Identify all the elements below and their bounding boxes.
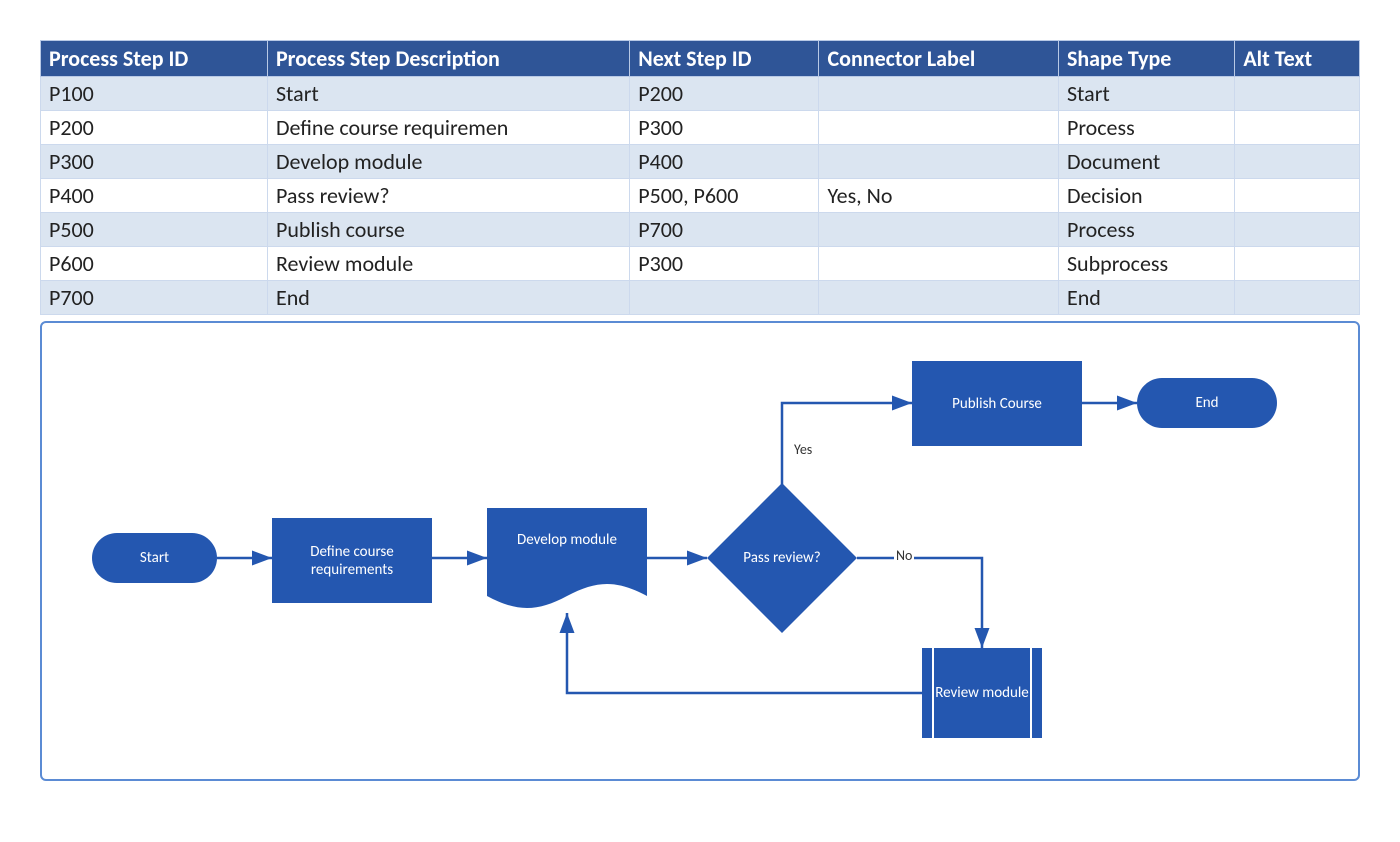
- col-process-step-desc: Process Step Description: [267, 41, 629, 77]
- cell-desc: End: [267, 281, 629, 315]
- cell-next: P200: [630, 77, 819, 111]
- table-header-row: Process Step ID Process Step Description…: [41, 41, 1360, 77]
- cell-next: [630, 281, 819, 315]
- cell-desc: Start: [267, 77, 629, 111]
- col-process-step-id: Process Step ID: [41, 41, 268, 77]
- cell-conn: [819, 77, 1058, 111]
- cell-id: P200: [41, 111, 268, 145]
- node-label: Start: [140, 549, 169, 567]
- cell-next: P400: [630, 145, 819, 179]
- node-label: Review module: [935, 684, 1029, 702]
- cell-conn: [819, 281, 1058, 315]
- cell-alt: [1235, 111, 1360, 145]
- cell-shape: Decision: [1058, 179, 1234, 213]
- cell-next: P500, P600: [630, 179, 819, 213]
- cell-id: P700: [41, 281, 268, 315]
- node-pass-review-decision: Pass review?: [707, 498, 857, 618]
- cell-shape: Start: [1058, 77, 1234, 111]
- process-steps-table: Process Step ID Process Step Description…: [40, 40, 1360, 315]
- connector-no: [857, 558, 982, 648]
- node-develop-module: Develop module: [487, 508, 647, 613]
- table-row: P500 Publish course P700 Process: [41, 213, 1360, 247]
- cell-conn: [819, 247, 1058, 281]
- cell-alt: [1235, 145, 1360, 179]
- table-row: P400 Pass review? P500, P600 Yes, No Dec…: [41, 179, 1360, 213]
- cell-desc: Pass review?: [267, 179, 629, 213]
- cell-desc: Review module: [267, 247, 629, 281]
- edge-label-yes: Yes: [792, 441, 814, 458]
- node-define-requirements: Define course requirements: [272, 518, 432, 603]
- cell-alt: [1235, 281, 1360, 315]
- cell-alt: [1235, 247, 1360, 281]
- node-review-module: Review module: [922, 648, 1042, 738]
- node-publish-course: Publish Course: [912, 361, 1082, 446]
- col-alt-text: Alt Text: [1235, 41, 1360, 77]
- cell-next: P300: [630, 247, 819, 281]
- col-shape-type: Shape Type: [1058, 41, 1234, 77]
- col-next-step-id: Next Step ID: [630, 41, 819, 77]
- cell-shape: Process: [1058, 111, 1234, 145]
- cell-id: P100: [41, 77, 268, 111]
- cell-alt: [1235, 77, 1360, 111]
- flowchart-canvas: Yes No Start Define course requirements …: [40, 321, 1360, 781]
- cell-id: P300: [41, 145, 268, 179]
- cell-id: P600: [41, 247, 268, 281]
- edge-label-no: No: [894, 547, 914, 564]
- cell-shape: End: [1058, 281, 1234, 315]
- node-start: Start: [92, 533, 217, 583]
- cell-conn: [819, 145, 1058, 179]
- cell-alt: [1235, 179, 1360, 213]
- cell-desc: Define course requiremen: [267, 111, 629, 145]
- cell-id: P400: [41, 179, 268, 213]
- cell-shape: Document: [1058, 145, 1234, 179]
- node-label: End: [1195, 394, 1218, 412]
- table-row: P300 Develop module P400 Document: [41, 145, 1360, 179]
- cell-alt: [1235, 213, 1360, 247]
- connector-review-develop: [567, 613, 922, 693]
- cell-id: P500: [41, 213, 268, 247]
- table-row: P100 Start P200 Start: [41, 77, 1360, 111]
- node-end: End: [1137, 378, 1277, 428]
- col-connector-label: Connector Label: [819, 41, 1058, 77]
- cell-conn: [819, 213, 1058, 247]
- table-row: P600 Review module P300 Subprocess: [41, 247, 1360, 281]
- cell-shape: Process: [1058, 213, 1234, 247]
- cell-desc: Publish course: [267, 213, 629, 247]
- cell-next: P700: [630, 213, 819, 247]
- node-label: Define course requirements: [276, 543, 428, 579]
- cell-conn: [819, 111, 1058, 145]
- table-row: P700 End End: [41, 281, 1360, 315]
- cell-shape: Subprocess: [1058, 247, 1234, 281]
- node-label: Pass review?: [707, 498, 857, 618]
- node-label: Publish Course: [952, 395, 1042, 413]
- cell-desc: Develop module: [267, 145, 629, 179]
- node-label: Develop module: [487, 531, 647, 549]
- table-row: P200 Define course requiremen P300 Proce…: [41, 111, 1360, 145]
- cell-next: P300: [630, 111, 819, 145]
- cell-conn: Yes, No: [819, 179, 1058, 213]
